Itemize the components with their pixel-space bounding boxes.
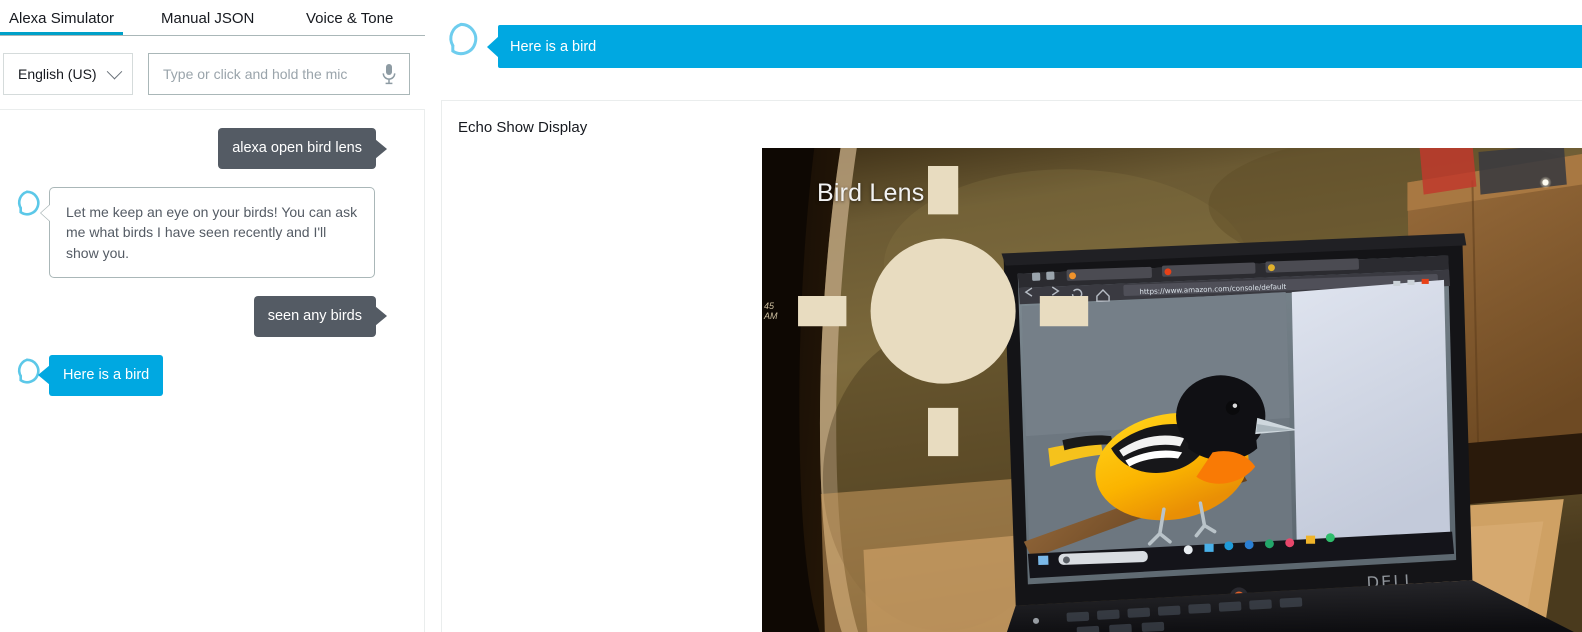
chevron-down-icon xyxy=(106,63,123,79)
conversation-item-alexa: Here is a bird xyxy=(14,354,390,396)
echo-show-display-card: Echo Show Display https://www.amazon.com… xyxy=(441,100,1582,632)
alexa-ring-icon xyxy=(17,190,40,216)
conversation-item-user: alexa open bird lens xyxy=(14,128,390,170)
conversation-list: alexa open bird lens Let me keep an eye … xyxy=(0,110,412,632)
bubble-text: Let me keep an eye on your birds! You ca… xyxy=(66,204,358,261)
language-select[interactable]: English (US) xyxy=(3,53,133,95)
utterance-input-wrapper[interactable] xyxy=(148,53,410,95)
language-select-value: English (US) xyxy=(18,66,97,82)
tab-label: Alexa Simulator xyxy=(9,9,115,27)
speech-banner: Here is a bird xyxy=(487,25,1582,68)
echo-show-display-title: Echo Show Display xyxy=(458,119,588,136)
utterance-input[interactable] xyxy=(163,66,379,82)
tab-label: Manual JSON xyxy=(161,9,255,27)
conversation-scrollbar[interactable] xyxy=(412,110,424,631)
tab-label: Voice & Tone xyxy=(306,9,394,27)
bubble-text: alexa open bird lens xyxy=(232,140,362,156)
speech-banner-row: Here is a bird xyxy=(425,0,1582,88)
tab-alexa-simulator[interactable]: Alexa Simulator xyxy=(0,0,124,36)
speech-banner-text: Here is a bird xyxy=(510,38,597,55)
alexa-ring-icon xyxy=(17,358,40,384)
alexa-response-card: Let me keep an eye on your birds! You ca… xyxy=(40,187,375,278)
conversation-item-alexa: Let me keep an eye on your birds! You ca… xyxy=(14,187,390,278)
microphone-icon[interactable] xyxy=(379,62,399,86)
alexa-speech-bubble: Here is a bird xyxy=(37,354,164,396)
tab-bar: Alexa Simulator Manual JSON Voice & Tone xyxy=(0,0,425,36)
device-display-photo[interactable]: https://www.amazon.com/console/default D… xyxy=(762,148,1582,632)
output-panel: Here is a bird Echo Show Display https:/… xyxy=(425,0,1582,632)
user-utterance-bubble: alexa open bird lens xyxy=(218,128,387,170)
user-utterance-bubble: seen any birds xyxy=(253,295,388,337)
bubble-text: Here is a bird xyxy=(63,366,150,383)
simulator-controls: English (US) xyxy=(0,36,425,109)
tab-manual-json[interactable]: Manual JSON xyxy=(161,0,254,36)
photo-illustration: https://www.amazon.com/console/default D… xyxy=(762,148,1582,632)
tab-voice-and-tone[interactable]: Voice & Tone xyxy=(306,0,393,36)
conversation-item-user: seen any birds xyxy=(14,295,390,337)
alexa-developer-console: Alexa Simulator Manual JSON Voice & Tone… xyxy=(0,0,1582,632)
simulator-panel: Alexa Simulator Manual JSON Voice & Tone… xyxy=(0,0,425,632)
conversation-scroll-area[interactable]: alexa open bird lens Let me keep an eye … xyxy=(0,109,425,632)
alexa-ring-icon xyxy=(449,22,478,56)
bubble-text: seen any birds xyxy=(267,307,362,324)
